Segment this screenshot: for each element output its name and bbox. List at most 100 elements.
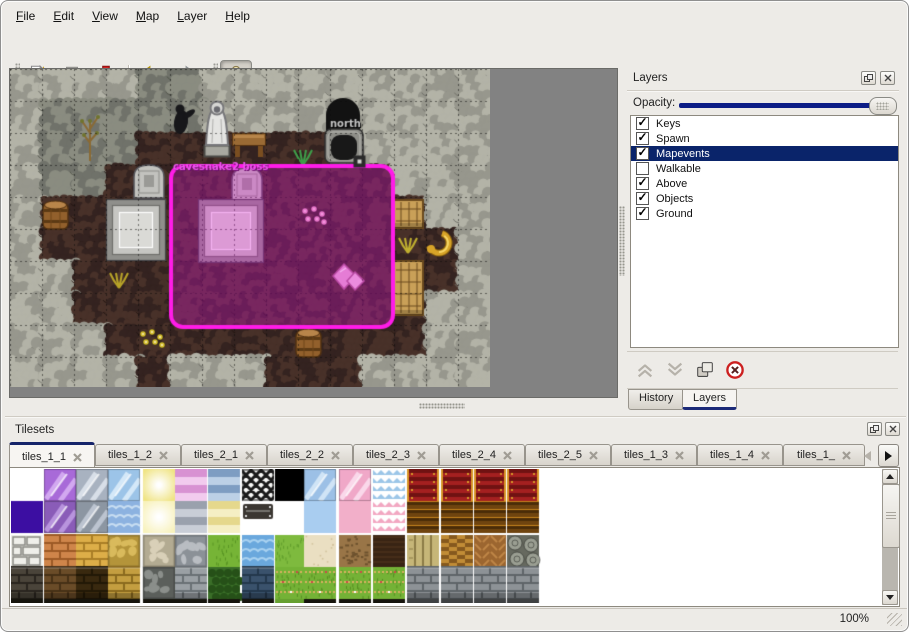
- layer-name: Keys: [656, 118, 680, 130]
- tab-scroll-left-button[interactable]: [864, 451, 871, 461]
- tileset-tab-label: tiles_2_1: [194, 449, 238, 461]
- layer-row-mapevents[interactable]: ✓ Mapevents: [631, 146, 898, 161]
- tab-scroll-right-button[interactable]: [878, 444, 899, 467]
- layer-name: Objects: [656, 193, 693, 205]
- float-icon: [870, 425, 879, 434]
- tab-close-icon[interactable]: [761, 451, 770, 460]
- layer-name: Mapevents: [656, 148, 710, 160]
- opacity-slider[interactable]: [679, 96, 897, 114]
- layer-checkbox[interactable]: [636, 162, 649, 175]
- down-arrow-icon: [886, 595, 894, 600]
- duplicate-layer-button[interactable]: [693, 358, 717, 382]
- menu-file[interactable]: File: [7, 6, 44, 26]
- menu-edit[interactable]: Edit: [44, 6, 83, 26]
- tileset-tab-tiles_2_2[interactable]: tiles_2_2: [267, 444, 353, 466]
- resize-grip[interactable]: [887, 613, 902, 626]
- tab-close-icon[interactable]: [589, 451, 598, 460]
- tileset-tab-tiles_1_4[interactable]: tiles_1_4: [697, 444, 783, 466]
- tileset-tab-label: tiles_1_4: [710, 449, 754, 461]
- opacity-slider-track[interactable]: [679, 103, 893, 108]
- layer-checkbox[interactable]: ✓: [636, 132, 649, 145]
- tileset-tab-label: tiles_1_: [797, 449, 835, 461]
- tileset-tab-tiles_2_4[interactable]: tiles_2_4: [439, 444, 525, 466]
- scroll-down-button[interactable]: [882, 590, 898, 605]
- layers-panel-divider: [627, 90, 899, 92]
- tab-close-icon[interactable]: [675, 451, 684, 460]
- layer-row-ground[interactable]: ✓ Ground: [631, 206, 898, 221]
- menu-layer[interactable]: Layer: [168, 6, 216, 26]
- tileset-tab-tiles_2_5[interactable]: tiles_2_5: [525, 444, 611, 466]
- opacity-label: Opacity:: [633, 97, 675, 109]
- layers-panel-title: Layers: [633, 72, 668, 84]
- up-arrow-icon: [886, 474, 894, 479]
- tileset-tab-tiles_1[interactable]: tiles_1_: [783, 444, 865, 466]
- menu-help[interactable]: Help: [216, 6, 259, 26]
- tileset-tab-tiles_2_1[interactable]: tiles_2_1: [181, 444, 267, 466]
- layers-panel-float-button[interactable]: [861, 71, 876, 85]
- tileset-tab-label: tiles_2_5: [538, 449, 582, 461]
- opacity-slider-handle[interactable]: [869, 97, 897, 115]
- tab-close-icon[interactable]: [503, 451, 512, 460]
- tileset-tab-label: tiles_1_3: [624, 449, 668, 461]
- tilesets-panel-close-button[interactable]: [885, 422, 900, 436]
- tab-close-icon[interactable]: [73, 453, 82, 462]
- tab-close-icon[interactable]: [331, 451, 340, 460]
- tilesets-panel-float-button[interactable]: [867, 422, 882, 436]
- layer-row-keys[interactable]: ✓ Keys: [631, 116, 898, 131]
- layer-row-above[interactable]: ✓Above: [631, 176, 898, 191]
- close-icon: [884, 74, 892, 82]
- move-layer-up-button[interactable]: [633, 358, 657, 382]
- vertical-splitter[interactable]: [619, 206, 625, 276]
- layer-actions: [627, 351, 898, 389]
- tab-close-icon[interactable]: [245, 451, 254, 460]
- layer-list: ✓Keys✓Spawn✓MapeventsWalkable✓Above✓Obje…: [630, 115, 899, 348]
- dock-tab-history[interactable]: History: [628, 389, 684, 410]
- palette-scrollbar[interactable]: [882, 469, 898, 605]
- tileset-tab-label: tiles_2_2: [280, 449, 324, 461]
- layer-checkbox[interactable]: ✓: [636, 117, 649, 130]
- layer-name: Spawn: [656, 133, 690, 145]
- tileset-tab-label: tiles_2_4: [452, 449, 496, 461]
- scrollbar-thumb[interactable]: [882, 484, 900, 548]
- tilesets-panel-top: [5, 416, 906, 418]
- layers-panel-close-button[interactable]: [880, 71, 895, 85]
- layer-checkbox[interactable]: ✓: [636, 207, 649, 220]
- tileset-tab-tiles_1_1[interactable]: tiles_1_1: [9, 442, 95, 469]
- app-window: FileEditViewMapLayerHelp: [0, 0, 909, 632]
- tileset-tab-tiles_2_3[interactable]: tiles_2_3: [353, 444, 439, 466]
- layer-row-objects[interactable]: ✓ Objects: [631, 191, 898, 206]
- layer-row-walkable[interactable]: Walkable: [631, 161, 898, 176]
- layer-row-spawn[interactable]: ✓ Spawn: [631, 131, 898, 146]
- layer-name: Walkable: [656, 163, 701, 175]
- move-up-icon: [635, 360, 655, 380]
- menu-map[interactable]: Map: [127, 6, 168, 26]
- map-canvas[interactable]: [10, 69, 490, 387]
- horizontal-splitter[interactable]: [419, 403, 465, 409]
- tab-close-icon[interactable]: [842, 451, 851, 460]
- tab-close-icon[interactable]: [417, 451, 426, 460]
- layer-checkbox[interactable]: ✓: [636, 177, 649, 190]
- dock-tab-layers[interactable]: Layers: [682, 389, 737, 410]
- right-arrow-icon: [885, 451, 892, 461]
- map-viewport[interactable]: [9, 68, 618, 398]
- delete-layer-button[interactable]: [723, 358, 747, 382]
- scroll-up-button[interactable]: [882, 469, 898, 484]
- tileset-tab-label: tiles_1_1: [22, 451, 66, 463]
- tileset-tab-label: tiles_2_3: [366, 449, 410, 461]
- layer-checkbox[interactable]: ✓: [636, 192, 649, 205]
- tileset-tab-label: tiles_1_2: [108, 449, 152, 461]
- tilesets-panel-title: Tilesets: [15, 424, 54, 436]
- close-icon: [889, 425, 897, 433]
- menu-view[interactable]: View: [83, 6, 127, 26]
- tileset-palette-canvas[interactable]: [11, 469, 541, 603]
- tab-close-icon[interactable]: [159, 451, 168, 460]
- layer-name: Ground: [656, 208, 693, 220]
- zoom-level: 100%: [840, 613, 869, 625]
- move-layer-down-button[interactable]: [663, 358, 687, 382]
- tileset-tab-tiles_1_2[interactable]: tiles_1_2: [95, 444, 181, 466]
- float-icon: [864, 74, 873, 83]
- move-down-icon: [665, 360, 685, 380]
- duplicate-icon: [695, 360, 715, 380]
- layer-checkbox[interactable]: ✓: [636, 147, 649, 160]
- tileset-tab-tiles_1_3[interactable]: tiles_1_3: [611, 444, 697, 466]
